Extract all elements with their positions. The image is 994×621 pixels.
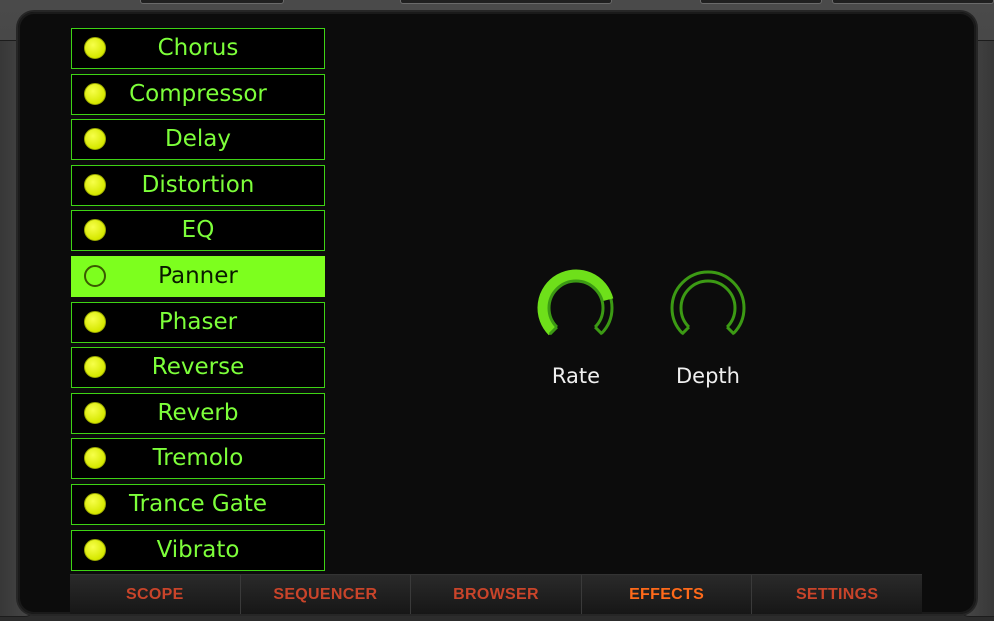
effect-item-chorus[interactable]: Chorus: [71, 28, 325, 69]
top-control[interactable]: [400, 0, 612, 4]
depth-label: Depth: [676, 364, 740, 388]
led-indicator-icon[interactable]: [84, 128, 106, 151]
effect-label: Trance Gate: [129, 490, 267, 517]
top-control[interactable]: [140, 0, 284, 4]
effect-item-reverb[interactable]: Reverb: [71, 392, 325, 434]
led-indicator-icon[interactable]: [84, 447, 106, 470]
bottom-tab-bar: SCOPE SEQUENCER BROWSER EFFECTS SETTINGS: [70, 574, 922, 614]
effect-label: Chorus: [157, 35, 239, 61]
led-indicator-icon[interactable]: [84, 310, 106, 333]
effect-label: Panner: [158, 262, 238, 289]
effect-label: EQ: [181, 217, 215, 244]
effect-label: Delay: [165, 126, 231, 153]
effect-item-tremolo[interactable]: Tremolo: [71, 438, 325, 480]
tab-effects[interactable]: EFFECTS: [582, 575, 753, 614]
effect-label: Tremolo: [152, 445, 244, 472]
rate-label: Rate: [551, 364, 601, 388]
effect-label: Phaser: [158, 308, 238, 335]
led-indicator-icon[interactable]: [84, 538, 106, 561]
effect-label: Reverse: [151, 354, 245, 381]
led-indicator-icon[interactable]: [84, 401, 106, 424]
knob-dial-icon[interactable]: [666, 266, 750, 350]
effect-label: Compressor: [129, 80, 267, 107]
effect-label: Reverb: [157, 399, 239, 426]
tab-scope[interactable]: SCOPE: [70, 575, 241, 614]
led-indicator-icon[interactable]: [84, 37, 106, 59]
effect-label: Distortion: [141, 171, 255, 198]
app-window: Chorus Compressor Delay Distortion EQ Pa…: [0, 0, 994, 621]
effect-item-vibrato[interactable]: Vibrato: [71, 529, 325, 571]
tab-sequencer[interactable]: SEQUENCER: [241, 575, 412, 614]
effect-item-phaser[interactable]: Phaser: [71, 301, 325, 343]
effect-item-trance-gate[interactable]: Trance Gate: [71, 483, 325, 525]
depth-knob[interactable]: Depth: [666, 266, 750, 388]
led-indicator-icon[interactable]: [84, 492, 106, 515]
tab-browser[interactable]: BROWSER: [411, 575, 582, 614]
top-control[interactable]: [832, 0, 994, 4]
tab-settings[interactable]: SETTINGS: [752, 575, 922, 614]
knob-dial-icon[interactable]: [534, 266, 618, 350]
effects-screen: Chorus Compressor Delay Distortion EQ Pa…: [18, 12, 976, 614]
led-indicator-icon[interactable]: [84, 82, 106, 105]
led-indicator-icon[interactable]: [84, 173, 106, 196]
led-indicator-icon[interactable]: [84, 356, 106, 379]
effect-item-reverse[interactable]: Reverse: [71, 347, 325, 389]
led-indicator-icon[interactable]: [84, 219, 106, 242]
rate-knob[interactable]: Rate: [534, 266, 618, 388]
effects-list: Chorus Compressor Delay Distortion EQ Pa…: [71, 28, 325, 575]
effect-item-distortion[interactable]: Distortion: [71, 164, 325, 206]
effect-label: Vibrato: [156, 536, 240, 563]
top-control[interactable]: [700, 0, 822, 4]
effect-item-compressor[interactable]: Compressor: [71, 73, 325, 115]
effect-item-delay[interactable]: Delay: [71, 119, 325, 161]
led-indicator-icon[interactable]: [84, 264, 106, 287]
effect-item-eq[interactable]: EQ: [71, 210, 325, 252]
effect-item-panner[interactable]: Panner: [71, 255, 325, 297]
